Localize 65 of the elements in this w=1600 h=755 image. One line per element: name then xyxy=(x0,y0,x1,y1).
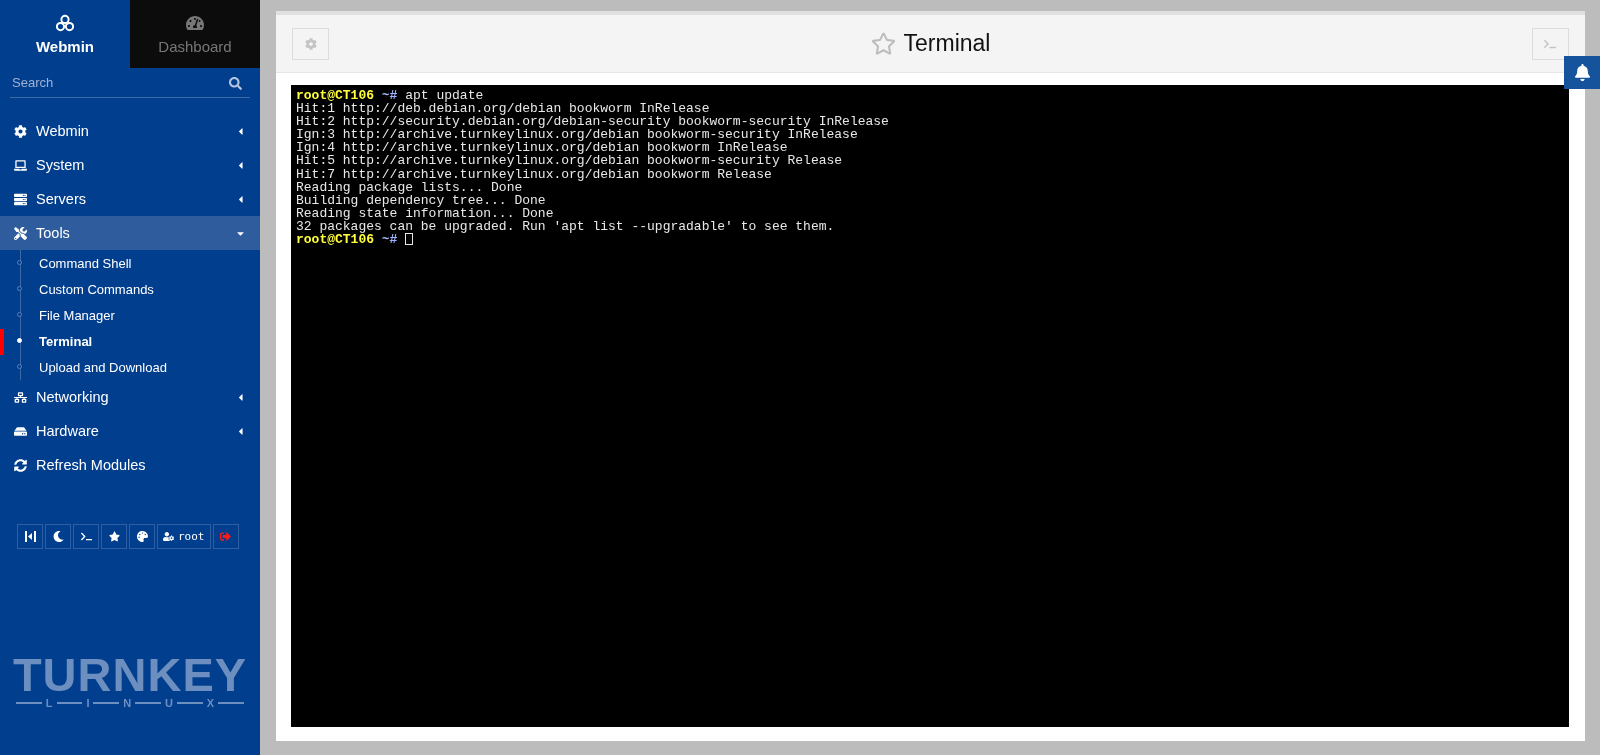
output-line: Ign:4 http://archive.turnkeylinux.org/debian bookworm InRelease xyxy=(296,141,788,155)
output-line: Ign:3 http://archive.turnkeylinux.org/debian bookworm-security InRelease xyxy=(296,128,858,142)
prompt-path: ~# xyxy=(381,89,398,103)
laptop-icon xyxy=(14,158,27,172)
user-button[interactable]: root xyxy=(157,524,211,549)
settings-icon xyxy=(304,37,317,50)
sidebar-menu-item[interactable]: Networking xyxy=(0,380,260,414)
logout-button[interactable] xyxy=(212,524,239,549)
terminal-icon xyxy=(80,531,92,542)
submenu-link[interactable]: Command Shell xyxy=(39,255,132,271)
sidebar-menu-item[interactable]: Tools xyxy=(0,216,260,250)
output-line: Hit:5 http://archive.turnkeylinux.org/debian bookworm-security Release xyxy=(296,154,843,168)
sidebar-menu-item[interactable]: Refresh Modules xyxy=(0,448,260,482)
logo-letter: X xyxy=(206,697,215,709)
webmin-logo-icon xyxy=(56,13,74,32)
tools-icon xyxy=(14,226,27,240)
prompt-user: root@CT106 xyxy=(296,89,374,103)
sidebar-menu-item[interactable]: Webmin xyxy=(0,114,260,148)
theme-button[interactable] xyxy=(129,524,155,549)
output-line: Building dependency tree... Done xyxy=(296,193,546,207)
moon-icon xyxy=(52,531,64,542)
submenu-link[interactable]: Upload and Download xyxy=(39,359,167,375)
terminal-button[interactable] xyxy=(73,524,99,549)
logo-letter: L xyxy=(45,697,53,709)
command-text: apt update xyxy=(405,89,484,103)
speedometer-icon xyxy=(186,13,204,32)
sidebar-menu-item[interactable]: System xyxy=(0,148,260,182)
collapse-icon xyxy=(24,531,36,542)
logo-letter: U xyxy=(165,697,173,709)
output-line: Reading package lists... Done xyxy=(296,180,523,194)
notifications-button[interactable] xyxy=(1564,56,1600,89)
sidebar-tab[interactable]: Dashboard xyxy=(130,0,260,68)
hard-drive-icon xyxy=(14,424,27,438)
refresh-icon xyxy=(14,458,27,472)
favorites-button[interactable] xyxy=(101,524,127,549)
star-icon xyxy=(108,531,120,542)
output-line: Hit:1 http://deb.debian.org/debian bookworm InRelease xyxy=(296,102,710,116)
favorite-star-icon[interactable] xyxy=(870,31,896,56)
logo-letter: N xyxy=(123,697,132,709)
search-icon xyxy=(229,77,242,90)
output-line: Hit:7 http://archive.turnkeylinux.org/debian bookworm Release xyxy=(296,167,772,181)
page-title: Terminal xyxy=(903,30,991,57)
logo-letter: I xyxy=(86,697,90,709)
prompt-path: ~# xyxy=(381,233,398,247)
submenu-link[interactable]: Custom Commands xyxy=(39,281,154,297)
night-mode-button[interactable] xyxy=(45,524,71,549)
sidebar-menu-item[interactable]: Servers xyxy=(0,182,260,216)
sidebar-menu-item[interactable]: Hardware xyxy=(0,414,260,448)
output-line: 32 packages can be upgraded. Run 'apt list --upgradable' to see them. xyxy=(296,219,835,234)
gear-icon xyxy=(14,124,27,138)
user-gear-icon xyxy=(163,531,174,542)
output-line: Reading state information... Done xyxy=(296,206,554,220)
terminal-icon xyxy=(1544,37,1557,50)
network-icon xyxy=(14,390,27,404)
bell-icon xyxy=(1573,64,1591,81)
submenu-link[interactable]: Terminal xyxy=(39,333,93,349)
submenu-link[interactable]: File Manager xyxy=(39,307,115,323)
collapse-button[interactable] xyxy=(17,524,43,549)
sign-out-icon xyxy=(220,531,231,542)
prompt-user: root@CT106 xyxy=(296,233,374,247)
output-line: Hit:2 http://security.debian.org/debian-security bookworm-security InRelease xyxy=(296,115,889,129)
palette-icon xyxy=(136,531,148,542)
server-icon xyxy=(14,192,27,206)
active-marker xyxy=(0,329,4,355)
logo-title: TURNKEY xyxy=(12,653,248,697)
